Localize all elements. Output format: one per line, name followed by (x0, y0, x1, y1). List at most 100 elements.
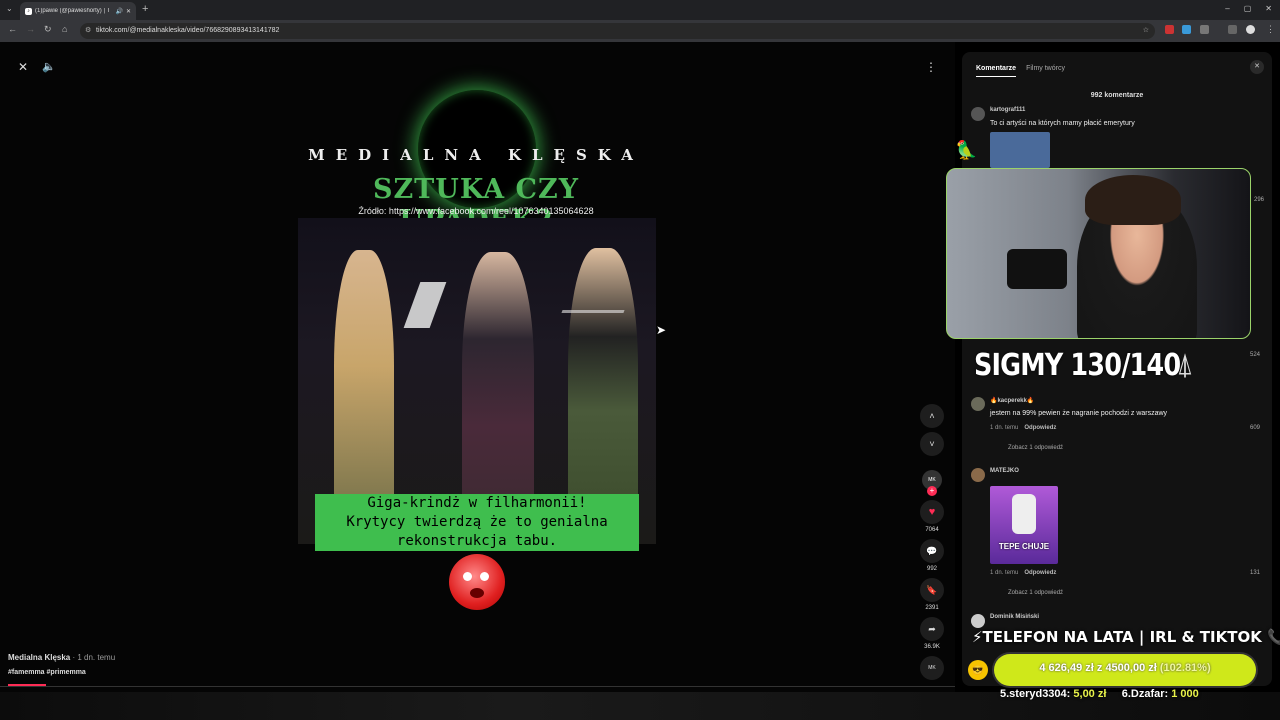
panel-close-icon[interactable]: ✕ (1250, 60, 1264, 74)
sigma-logo-icon: ⍋ (1176, 348, 1194, 381)
video-caption: Giga-krindż w filharmonii! Krytycy twier… (315, 494, 639, 551)
media-control-icon[interactable] (1228, 25, 1237, 34)
back-icon[interactable]: ← (8, 24, 17, 34)
shocked-emoji-icon (449, 554, 505, 610)
volume-icon[interactable]: 🔈 (40, 58, 58, 76)
donor-name: 5.steryd3304: (1000, 688, 1071, 700)
reload-icon[interactable]: ↻ (44, 24, 52, 35)
donor-amount: 1 000 (1171, 688, 1199, 700)
caption-line: Krytycy twierdzą że to genialna (346, 514, 608, 530)
close-icon[interactable]: ✕ (14, 58, 32, 76)
caption-line: rekonstrukcja tabu. (396, 533, 558, 549)
minimize-button[interactable]: – (1225, 4, 1229, 13)
comment-like-count[interactable]: 131 (1230, 570, 1260, 576)
microphone-icon (1007, 249, 1067, 289)
comment-image[interactable] (990, 132, 1050, 168)
sunglasses-emoji-icon: 😎 (968, 660, 988, 680)
comment-username[interactable]: kartograf111 (990, 107, 1025, 113)
video-player[interactable]: ✕ 🔈 ⋮ MEDIALNA KLĘSKA SZTUKA CZY UPADEK?… (0, 42, 955, 692)
avatar[interactable] (971, 468, 985, 482)
tab-title: (1)pawie (@pawieshorty) | T (35, 8, 111, 14)
site-info-icon[interactable]: ⚙ (85, 23, 91, 39)
author-name[interactable]: Medialna Klęska (8, 653, 70, 662)
comment-time: 1 dn. temu (990, 570, 1019, 576)
address-toolbar: ← → ↻ ⌂ ⚙ tiktok.com/@medialnakleska/vid… (0, 20, 1280, 42)
avatar[interactable] (971, 107, 985, 121)
new-tab-icon[interactable]: + (142, 3, 148, 15)
video-hashtags[interactable]: #famemma #primemma (8, 669, 86, 676)
avatar[interactable] (971, 397, 985, 411)
extension-icon[interactable] (1182, 25, 1191, 34)
reply-button[interactable]: Odpowiedz (1024, 570, 1056, 576)
donation-goal-text: 4 626,49 zł z 4500,00 zł (102.81%) (994, 662, 1256, 674)
browser-menu-icon[interactable]: ⋮ (1266, 24, 1275, 35)
browser-tab[interactable]: ♪ (1)pawie (@pawieshorty) | T 🔊 ✕ (20, 2, 136, 20)
maximize-button[interactable]: ▢ (1244, 4, 1252, 13)
comment-time: 1 dn. temu (990, 425, 1019, 431)
progress-track[interactable] (0, 686, 955, 687)
tab-comments[interactable]: Komentarze (976, 65, 1017, 77)
next-video-button[interactable]: ˅ (920, 432, 944, 456)
more-options-icon[interactable]: ⋮ (922, 58, 940, 76)
save-count: 2391 (925, 605, 939, 611)
avatar[interactable] (971, 614, 985, 628)
post-time: · 1 dn. temu (70, 653, 116, 662)
music-stand (561, 310, 625, 313)
video-author[interactable]: Medialna Klęska · 1 dn. temu (8, 653, 115, 662)
comment-text: jestem na 99% pewien że nagranie pochodz… (990, 410, 1168, 417)
comment-meta: 1 dn. temu Odpowiedz (990, 425, 1056, 431)
reply-button[interactable]: Odpowiedz (1024, 425, 1056, 431)
video-source-text: Źródło: https://www.facebook.com/reel/10… (358, 206, 594, 216)
caption-line: Giga-krindż w filharmonii! (367, 495, 587, 511)
tab-audio-icon[interactable]: 🔊 (115, 8, 122, 15)
streamer-hair (1085, 175, 1181, 225)
window-controls: – ▢ ✕ (1225, 4, 1272, 13)
comment-username[interactable]: MATEJKO (990, 468, 1019, 474)
sticker-figure (1012, 494, 1036, 534)
video-brand-title: MEDIALNA KLĘSKA (308, 146, 644, 164)
extensions-puzzle-icon[interactable] (1200, 25, 1209, 34)
goal-separator: z (1093, 662, 1106, 674)
mouse-cursor-icon: ➤ (656, 323, 667, 337)
stream-title-ticker: ⚡TELEFON NA LATA | IRL & TIKTOK 📞 (972, 628, 1280, 646)
window-close-button[interactable]: ✕ (1265, 4, 1272, 13)
tab-close-icon[interactable]: ✕ (126, 8, 131, 15)
browser-tabbar: ⌄ ♪ (1)pawie (@pawieshorty) | T 🔊 ✕ + – … (0, 0, 1280, 20)
sigmy-counter: SIGMY 130/140 (974, 348, 1181, 383)
comment-count-header: 992 komentarze (1090, 92, 1144, 99)
previous-video-button[interactable]: ˄ (920, 404, 944, 428)
like-heart-icon[interactable]: ♥ (920, 500, 944, 524)
tab-creator-videos[interactable]: Filmy twórcy (1026, 65, 1065, 77)
music-stand (403, 282, 447, 328)
sound-disc-icon[interactable]: MK (920, 656, 944, 680)
like-count: 7064 (925, 527, 939, 533)
comment-icon[interactable]: 💬 (920, 539, 944, 563)
forward-icon[interactable]: → (26, 24, 35, 34)
view-replies-button[interactable]: Zobacz 1 odpowiedź (1008, 445, 1063, 451)
comment-username[interactable]: 🔥kacperekk🔥 (990, 397, 1034, 404)
extension-icon[interactable] (1165, 25, 1174, 34)
goal-target: 4500,00 zł (1105, 662, 1157, 674)
bookmark-star-icon[interactable]: ☆ (1143, 23, 1149, 39)
home-icon[interactable]: ⌂ (62, 24, 67, 34)
streamer-webcam (946, 168, 1251, 339)
goal-percent: (102.81%) (1156, 662, 1211, 674)
comment-sticker-image[interactable]: TEPE CHUJE (990, 486, 1058, 564)
progress-fill (8, 684, 47, 686)
comment-like-count[interactable]: 609 (1230, 425, 1260, 431)
sticker-text: TEPE CHUJE (998, 542, 1050, 551)
top-donors-ticker: 5.steryd3304: 5,00 zł 6.Dzafar: 1 000 (1000, 688, 1199, 700)
comment-like-count[interactable]: 524 (1230, 352, 1260, 358)
view-replies-button[interactable]: Zobacz 1 odpowiedź (1008, 590, 1063, 596)
share-icon[interactable]: ➦ (920, 617, 944, 641)
tab-search-icon[interactable]: ⌄ (6, 4, 13, 13)
tiktok-favicon-icon: ♪ (25, 7, 32, 15)
parrot-mascot-icon: 🦜 (955, 140, 978, 160)
address-bar[interactable]: ⚙ tiktok.com/@medialnakleska/video/76682… (80, 23, 1155, 39)
url-text: tiktok.com/@medialnakleska/video/7668290… (96, 27, 280, 34)
comment-meta: 1 dn. temu Odpowiedz (990, 570, 1056, 576)
profile-avatar[interactable] (1246, 25, 1255, 34)
bookmark-icon[interactable]: 🔖 (920, 578, 944, 602)
follow-plus-icon[interactable]: + (927, 486, 937, 496)
comment-username[interactable]: Dominik Misiński (990, 614, 1039, 620)
